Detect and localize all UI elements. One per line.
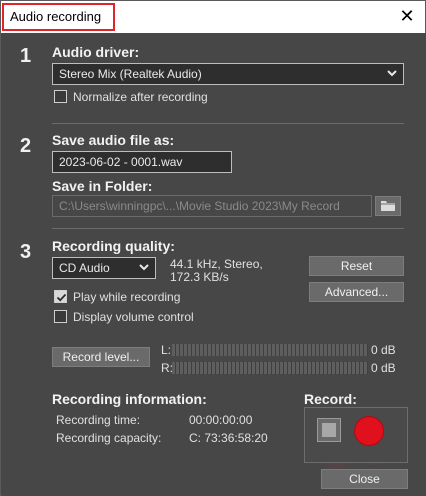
quality-info-line2: 172.3 KB/s bbox=[170, 270, 229, 284]
reset-button[interactable]: Reset bbox=[309, 256, 404, 276]
save-folder-heading: Save in Folder: bbox=[52, 178, 153, 194]
step-number-1: 1 bbox=[20, 45, 32, 67]
recording-quality-heading: Recording quality: bbox=[52, 238, 175, 254]
normalize-label: Normalize after recording bbox=[73, 90, 208, 104]
chevron-down-icon bbox=[387, 70, 397, 77]
section-divider-1 bbox=[52, 123, 404, 124]
audio-driver-heading: Audio driver: bbox=[52, 44, 140, 60]
left-db-value: 0 dB bbox=[371, 343, 396, 357]
recording-time-value: 00:00:00:00 bbox=[189, 413, 253, 427]
dialog-body: PC 1 Audio driver: Stereo Mix (Realtek A… bbox=[2, 33, 426, 496]
right-db-value: 0 dB bbox=[371, 361, 396, 375]
audio-recording-dialog: Audio recording ✕ PC 1 Audio driver: Ste… bbox=[0, 0, 426, 496]
record-button[interactable] bbox=[354, 416, 384, 446]
close-button[interactable]: Close bbox=[321, 469, 408, 489]
step-number-3: 3 bbox=[20, 241, 32, 263]
recording-capacity-label: Recording capacity: bbox=[56, 431, 162, 445]
right-level-meter bbox=[172, 362, 368, 374]
window-title: Audio recording bbox=[10, 9, 102, 24]
step-number-2: 2 bbox=[20, 135, 32, 157]
record-heading: Record: bbox=[304, 391, 357, 407]
recording-info-heading: Recording information: bbox=[52, 391, 207, 407]
close-window-icon[interactable]: ✕ bbox=[397, 6, 417, 26]
recording-quality-select[interactable]: CD Audio bbox=[52, 257, 156, 279]
audio-driver-value: Stereo Mix (Realtek Audio) bbox=[59, 67, 202, 81]
play-while-recording-label: Play while recording bbox=[73, 290, 181, 304]
folder-path-input[interactable]: C:\Users\winningpc\...\Movie Studio 2023… bbox=[52, 195, 372, 217]
recording-capacity-value: C: 73:36:58:20 bbox=[189, 431, 268, 445]
save-file-heading: Save audio file as: bbox=[52, 132, 175, 148]
stop-button[interactable] bbox=[317, 418, 341, 442]
normalize-checkbox[interactable] bbox=[54, 90, 67, 103]
advanced-button[interactable]: Advanced... bbox=[309, 282, 404, 302]
title-bar: Audio recording ✕ bbox=[1, 1, 425, 33]
stop-icon bbox=[322, 423, 336, 437]
filename-input[interactable]: 2023-06-02 - 0001.wav bbox=[52, 151, 232, 173]
browse-folder-button[interactable] bbox=[375, 196, 401, 216]
folder-icon bbox=[381, 201, 395, 211]
left-channel-label: L: bbox=[161, 343, 172, 357]
audio-driver-select[interactable]: Stereo Mix (Realtek Audio) bbox=[52, 63, 404, 85]
chevron-down-icon bbox=[139, 264, 149, 271]
recording-time-label: Recording time: bbox=[56, 413, 141, 427]
recording-quality-value: CD Audio bbox=[59, 261, 110, 275]
display-volume-checkbox[interactable] bbox=[54, 310, 67, 323]
play-while-recording-checkbox[interactable] bbox=[54, 290, 67, 303]
display-volume-label: Display volume control bbox=[73, 310, 194, 324]
record-level-button[interactable]: Record level... bbox=[52, 347, 150, 367]
record-controls-panel bbox=[304, 407, 408, 463]
quality-info-line1: 44.1 kHz, Stereo, bbox=[170, 257, 263, 271]
left-level-meter bbox=[172, 344, 368, 356]
section-divider-2 bbox=[52, 228, 404, 229]
checkmark-icon bbox=[56, 293, 67, 302]
